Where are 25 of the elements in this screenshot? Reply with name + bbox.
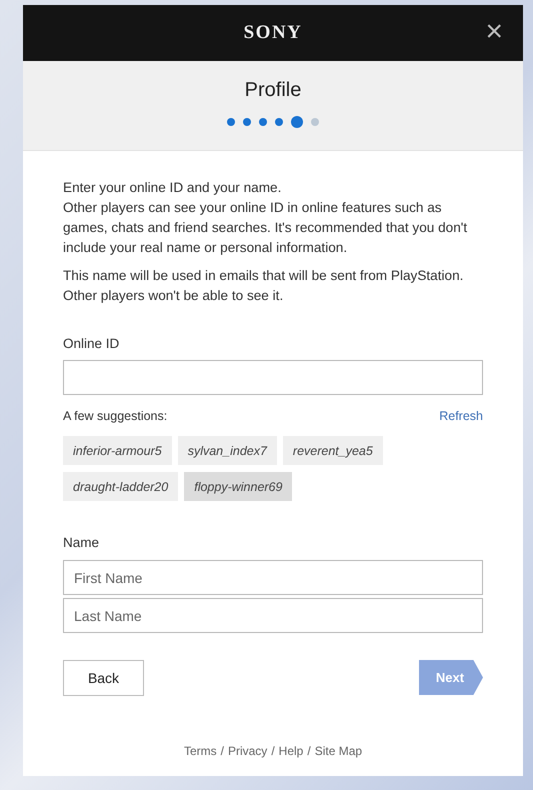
close-button[interactable]: × — [485, 19, 503, 45]
separator: / — [271, 744, 275, 758]
logo: SONY — [244, 22, 302, 44]
intro-paragraph: Enter your online ID and your name. Other players can see your online ID in online features such as games, chats and friend searches. It's recommended that you don't include your real name or personal information. — [63, 179, 468, 257]
footer-link[interactable]: Help — [278, 744, 304, 758]
intro-paragraph: This name will be used in emails that will be sent from PlayStation. Other players won't be able to see it. — [63, 267, 464, 305]
footer-link[interactable]: Privacy — [228, 744, 268, 758]
suggestion-chip[interactable]: reverent_yea5 — [282, 436, 383, 465]
back-button[interactable]: Back — [63, 660, 144, 696]
online-id-field[interactable] — [63, 360, 483, 395]
footer-link[interactable]: Site Map — [314, 744, 362, 758]
refresh-link[interactable]: Refresh — [439, 409, 483, 423]
suggestions-label: A few suggestions: — [63, 409, 168, 423]
suggestion-chip[interactable]: floppy-winner69 — [184, 472, 292, 501]
suggestion-chip[interactable]: draught-ladder20 — [63, 472, 178, 501]
suggestion-chip[interactable]: sylvan_index7 — [178, 436, 277, 465]
footer-link[interactable]: Terms — [184, 744, 217, 758]
field-label: Name — [63, 535, 100, 550]
name-field[interactable]: First Name — [63, 560, 483, 595]
separator: / — [220, 744, 224, 758]
suggestion-chip[interactable]: inferior-armour5 — [63, 436, 172, 465]
separator: / — [307, 744, 311, 758]
page-title: Profile — [244, 79, 302, 102]
name-field[interactable]: Last Name — [63, 598, 483, 633]
field-label: Online ID — [63, 336, 120, 351]
